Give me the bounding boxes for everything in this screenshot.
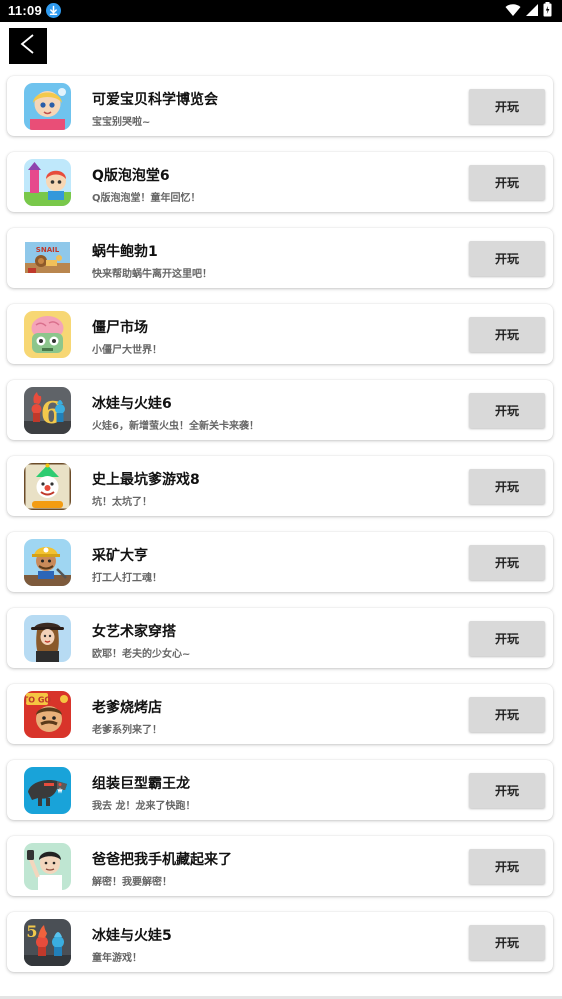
game-card[interactable]: 史上最坑爹游戏8 坑！太坑了！ 开玩	[7, 456, 553, 516]
game-card[interactable]: Q版泡泡堂6 Q版泡泡堂！童年回忆！ 开玩	[7, 152, 553, 212]
battery-icon	[543, 1, 552, 21]
game-description: 宝宝别哭啦~	[92, 117, 151, 128]
game-title: 冰娃与火娃6	[92, 396, 172, 412]
game-title: 冰娃与火娃5	[92, 928, 172, 944]
game-description: 火娃6，新增萤火虫！全新关卡来袭！	[92, 421, 259, 432]
game-description: 欧耶！老夫的少女心~	[92, 649, 191, 660]
game-card[interactable]: 爸爸把我手机藏起来了 解密！我要解密！ 开玩	[7, 836, 553, 896]
game-title: Q版泡泡堂6	[92, 168, 170, 184]
game-description: 老爹系列来了！	[92, 725, 162, 736]
top-bar	[0, 22, 562, 70]
status-time: 11:09	[8, 3, 43, 18]
miner-tycoon-icon	[24, 539, 71, 586]
papa-bbq-togo-icon: TO GO	[24, 691, 71, 738]
game-description: 坑！太坑了！	[92, 497, 152, 508]
svg-text:SNAIL: SNAIL	[36, 246, 60, 254]
game-title: 采矿大亨	[92, 548, 148, 564]
game-card[interactable]: 5 冰娃与火娃5 童年游戏！ 开玩	[7, 912, 553, 972]
game-card[interactable]: 僵尸市场 小僵尸大世界！ 开玩	[7, 304, 553, 364]
play-button[interactable]: 开玩	[469, 773, 545, 808]
fireboy-watergirl-6-icon: 6	[24, 387, 71, 434]
baby-science-fair-icon	[24, 83, 71, 130]
zombie-market-icon	[24, 311, 71, 358]
play-button[interactable]: 开玩	[469, 89, 545, 124]
game-description: 解密！我要解密！	[92, 877, 172, 888]
svg-text:5: 5	[26, 922, 37, 941]
game-description: 小僵尸大世界！	[92, 345, 162, 356]
game-title: 组装巨型霸王龙	[92, 776, 190, 792]
clown-troll-game-icon	[24, 463, 71, 510]
game-description: 童年游戏！	[92, 953, 142, 964]
signal-icon	[525, 2, 539, 21]
play-button[interactable]: 开玩	[469, 317, 545, 352]
play-button[interactable]: 开玩	[469, 165, 545, 200]
download-badge-icon	[46, 3, 61, 18]
game-title: 老爹烧烤店	[92, 700, 162, 716]
play-button[interactable]: 开玩	[469, 545, 545, 580]
play-button[interactable]: 开玩	[469, 393, 545, 428]
play-button[interactable]: 开玩	[469, 697, 545, 732]
game-title: 女艺术家穿搭	[92, 624, 176, 640]
game-description: 我去 龙！龙来了快跑！	[92, 801, 196, 812]
game-title: 史上最坑爹游戏8	[92, 472, 200, 488]
game-card[interactable]: 女艺术家穿搭 欧耶！老夫的少女心~ 开玩	[7, 608, 553, 668]
play-button[interactable]: 开玩	[469, 849, 545, 884]
fireboy-watergirl-5-icon: 5	[24, 919, 71, 966]
game-card[interactable]: TO GO 老爹烧烤店 老爹系列来了！ 开玩	[7, 684, 553, 744]
play-button[interactable]: 开玩	[469, 469, 545, 504]
game-description: 快来帮助蜗牛离开这里吧！	[92, 269, 212, 280]
play-button[interactable]: 开玩	[469, 925, 545, 960]
svg-text:TO GO: TO GO	[24, 696, 51, 705]
wifi-icon	[505, 2, 521, 21]
status-icons	[505, 1, 552, 21]
game-title: 可爱宝贝科学博览会	[92, 92, 218, 108]
game-card[interactable]: 6 冰娃与火娃6 火娃6，新增萤火虫！全新关卡来袭！ 开玩	[7, 380, 553, 440]
game-description: Q版泡泡堂！童年回忆！	[92, 193, 201, 204]
bubble-hall-icon	[24, 159, 71, 206]
game-title: 僵尸市场	[92, 320, 148, 336]
status-bar: 11:09	[0, 0, 562, 22]
game-description: 打工人打工魂！	[92, 573, 162, 584]
back-arrow-icon	[18, 33, 38, 59]
game-title: 爸爸把我手机藏起来了	[92, 852, 232, 868]
game-card[interactable]: SNAIL 蜗牛鲍勃1 快来帮助蜗牛离开这里吧！ 开玩	[7, 228, 553, 288]
game-title: 蜗牛鲍勃1	[92, 244, 158, 260]
snail-bob-icon: SNAIL	[24, 235, 71, 282]
dad-hid-phone-icon	[24, 843, 71, 890]
back-button[interactable]	[9, 28, 47, 64]
play-button[interactable]: 开玩	[469, 621, 545, 656]
play-button[interactable]: 开玩	[469, 241, 545, 276]
game-card[interactable]: 采矿大亨 打工人打工魂！ 开玩	[7, 532, 553, 592]
assemble-trex-icon	[24, 767, 71, 814]
artist-dressup-icon	[24, 615, 71, 662]
game-card[interactable]: 可爱宝贝科学博览会 宝宝别哭啦~ 开玩	[7, 76, 553, 136]
game-card[interactable]: 组装巨型霸王龙 我去 龙！龙来了快跑！ 开玩	[7, 760, 553, 820]
